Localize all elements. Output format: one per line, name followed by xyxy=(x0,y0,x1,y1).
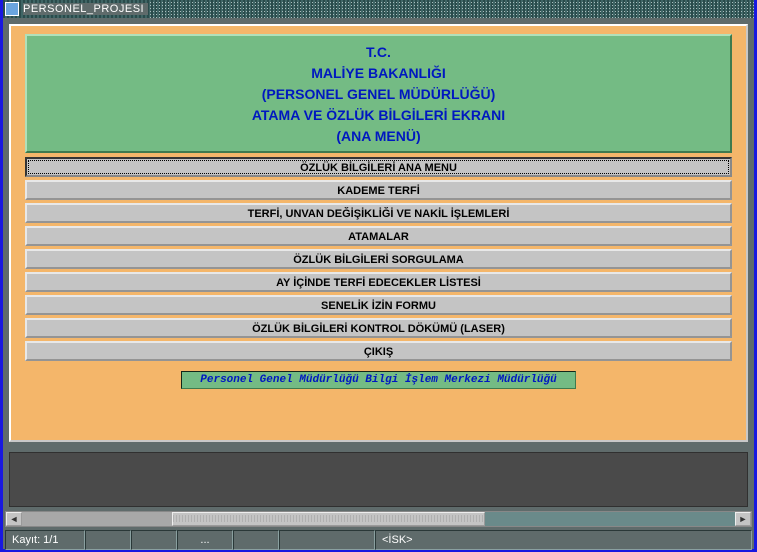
menu-ozluk-ana[interactable]: ÖZLÜK BİLGİLERİ ANA MENU xyxy=(25,157,732,177)
titlebar[interactable]: PERSONEL_PROJESI xyxy=(3,0,754,18)
header-line-1: T.C. xyxy=(27,42,730,63)
main-area: T.C. MALİYE BAKANLIĞI (PERSONEL GENEL MÜ… xyxy=(3,18,754,448)
status-cell-6 xyxy=(279,530,375,550)
header-line-2: MALİYE BAKANLIĞI xyxy=(27,63,730,84)
menu-ozluk-sorgulama[interactable]: ÖZLÜK BİLGİLERİ SORGULAMA xyxy=(25,249,732,269)
app-icon xyxy=(5,2,19,16)
header-line-4: ATAMA VE ÖZLÜK BİLGİLERİ EKRANI xyxy=(27,105,730,126)
menu-atamalar[interactable]: ATAMALAR xyxy=(25,226,732,246)
app-window: PERSONEL_PROJESI T.C. MALİYE BAKANLIĞI (… xyxy=(0,0,757,552)
scroll-track-right[interactable] xyxy=(485,512,735,526)
menu-ozluk-kontrol-laser[interactable]: ÖZLÜK BİLGİLERİ KONTROL DÖKÜMÜ (LASER) xyxy=(25,318,732,338)
horizontal-scrollbar[interactable]: ◄ ► xyxy=(5,511,752,527)
scroll-thumb[interactable] xyxy=(172,512,485,526)
status-dots: ... xyxy=(177,530,233,550)
content-panel: T.C. MALİYE BAKANLIĞI (PERSONEL GENEL MÜ… xyxy=(9,24,748,442)
titlebar-texture xyxy=(148,0,754,18)
lower-dark-panel xyxy=(9,452,748,507)
menu-ay-terfi-liste[interactable]: AY İÇİNDE TERFİ EDECEKLER LİSTESİ xyxy=(25,272,732,292)
scroll-left-button[interactable]: ◄ xyxy=(6,512,22,526)
header-block: T.C. MALİYE BAKANLIĞI (PERSONEL GENEL MÜ… xyxy=(25,34,732,153)
menu-terfi-unvan-nakil[interactable]: TERFİ, UNVAN DEĞİŞİKLİĞİ VE NAKİL İŞLEML… xyxy=(25,203,732,223)
window-title: PERSONEL_PROJESI xyxy=(23,3,148,15)
menu-kademe-terfi[interactable]: KADEME TERFİ xyxy=(25,180,732,200)
status-mode: <İSK> xyxy=(375,530,752,550)
scroll-right-button[interactable]: ► xyxy=(735,512,751,526)
menu-senelik-izin[interactable]: SENELİK İZİN FORMU xyxy=(25,295,732,315)
scroll-track-left[interactable] xyxy=(22,512,172,526)
header-line-5: (ANA MENÜ) xyxy=(27,126,730,147)
status-record: Kayıt: 1/1 xyxy=(5,530,85,550)
status-cell-3 xyxy=(131,530,177,550)
header-line-3: (PERSONEL GENEL MÜDÜRLÜĞÜ) xyxy=(27,84,730,105)
menu-cikis[interactable]: ÇIKIŞ xyxy=(25,341,732,361)
status-cell-2 xyxy=(85,530,131,550)
status-cell-5 xyxy=(233,530,279,550)
footer-tagline: Personel Genel Müdürlüğü Bilgi İşlem Mer… xyxy=(181,371,576,389)
statusbar: Kayıt: 1/1 ... <İSK> xyxy=(5,530,752,550)
